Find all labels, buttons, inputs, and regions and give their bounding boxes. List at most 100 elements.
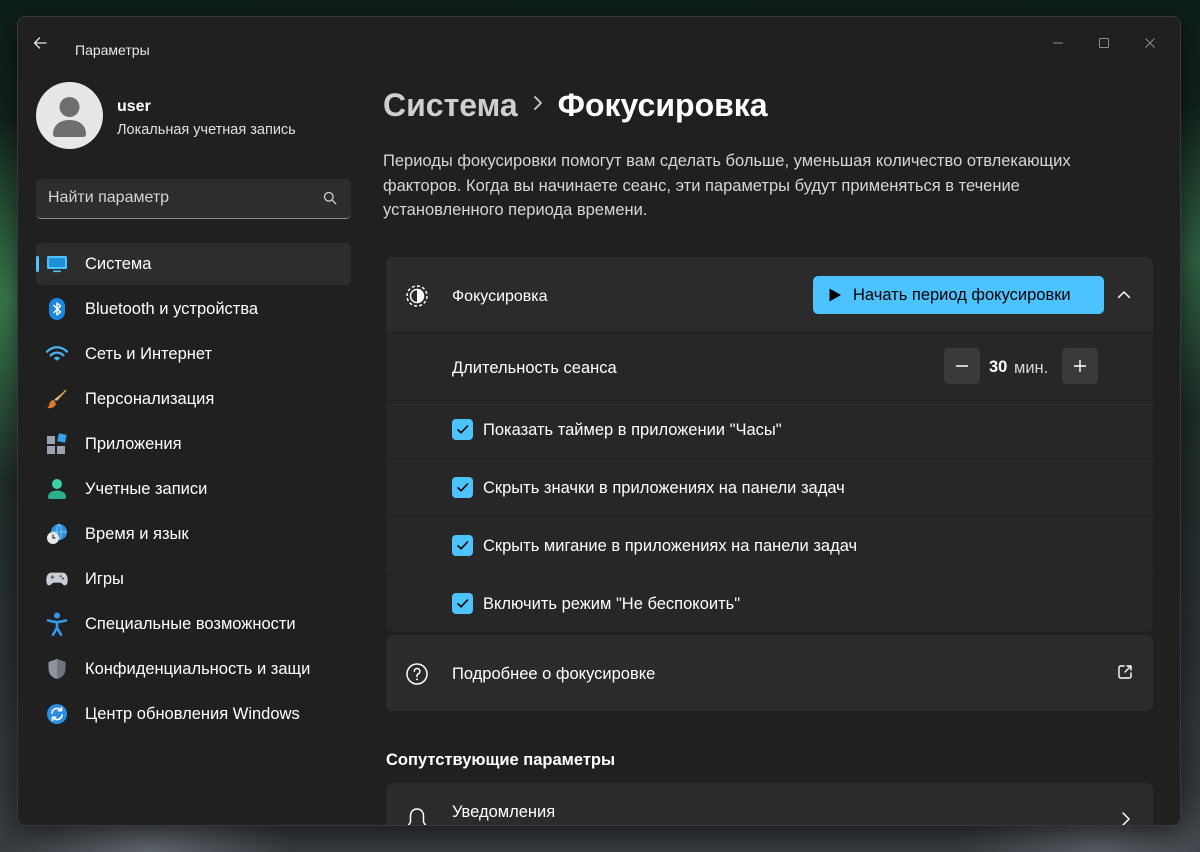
- back-arrow-icon: [33, 37, 47, 49]
- close-button[interactable]: [1127, 27, 1173, 59]
- sidebar-item-label: Центр обновления Windows: [85, 705, 300, 723]
- start-focus-button[interactable]: Начать период фокусировки: [813, 276, 1104, 314]
- maximize-button[interactable]: [1081, 27, 1127, 59]
- sidebar-item-windows-update[interactable]: Центр обновления Windows: [36, 693, 351, 735]
- learn-more-card[interactable]: Подробнее о фокусировке: [386, 635, 1153, 711]
- focus-title: Фокусировка: [452, 288, 548, 305]
- search-icon[interactable]: [323, 191, 337, 205]
- window-title: Параметры: [75, 42, 150, 58]
- decrease-duration-button[interactable]: [944, 348, 980, 384]
- checkbox-hide-flashing[interactable]: [452, 535, 473, 556]
- avatar: [36, 82, 103, 149]
- option-row-hide-flashing: Скрыть мигание в приложениях на панели з…: [386, 516, 1153, 574]
- minus-icon: [956, 365, 968, 367]
- external-link-icon: [1118, 665, 1132, 679]
- sidebar-item-label: Bluetooth и устройства: [85, 300, 259, 318]
- duration-value: 30: [989, 358, 1008, 376]
- sidebar-item-time-language[interactable]: Время и язык: [36, 513, 351, 555]
- page-description: Периоды фокусировки помогут вам сделать …: [383, 152, 1071, 219]
- increase-duration-button[interactable]: [1062, 348, 1098, 384]
- maximize-icon: [1099, 38, 1109, 48]
- option-row-clock-timer: Показать таймер в приложении "Часы": [386, 400, 1153, 458]
- gamepad-icon: [46, 568, 68, 590]
- chevron-right-icon: [532, 91, 544, 117]
- globe-clock-icon: [46, 523, 68, 545]
- option-row-hide-badges: Скрыть значки в приложениях на панели за…: [386, 458, 1153, 516]
- checkmark-icon: [457, 483, 469, 492]
- sidebar-nav: Система Bluetooth и устройства Сеть и Ин…: [36, 243, 351, 738]
- shield-icon: [46, 658, 68, 680]
- brush-icon: [46, 388, 68, 410]
- collapse-button[interactable]: [1112, 283, 1136, 307]
- page-title: Фокусировка: [557, 87, 768, 123]
- sidebar-item-label: Сеть и Интернет: [85, 345, 213, 363]
- person-silhouette-icon: [53, 97, 86, 137]
- title-bar: Параметры: [18, 17, 1180, 65]
- sidebar-item-label: Специальные возможности: [85, 615, 296, 633]
- learn-more-label: Подробнее о фокусировке: [452, 665, 656, 683]
- sidebar-item-gaming[interactable]: Игры: [36, 558, 351, 600]
- session-duration-row: Длительность сеанса 30 мин.: [386, 332, 1153, 400]
- apps-icon: [46, 433, 68, 455]
- update-icon: [46, 703, 68, 725]
- minimize-icon: [1053, 42, 1063, 44]
- play-icon: [829, 288, 841, 302]
- option-row-do-not-disturb: Включить режим "Не беспокоить": [386, 574, 1153, 631]
- sidebar-item-label: Персонализация: [85, 390, 215, 408]
- focus-header-row[interactable]: Фокусировка Начать период фокусировки: [386, 257, 1153, 332]
- search-box: [36, 179, 351, 219]
- sidebar-item-accounts[interactable]: Учетные записи: [36, 468, 351, 510]
- back-button[interactable]: [32, 35, 56, 59]
- sidebar-item-label: Приложения: [85, 435, 182, 453]
- chevron-up-icon: [1117, 291, 1131, 299]
- sidebar-item-label: Конфиденциальность и защи: [85, 660, 311, 678]
- notifications-label: Уведомления: [452, 803, 556, 821]
- duration-unit: мин.: [1014, 359, 1049, 377]
- person-icon: [46, 478, 68, 500]
- bell-icon: [407, 808, 427, 825]
- checkmark-icon: [457, 599, 469, 608]
- related-settings-title: Сопутствующие параметры: [386, 751, 616, 769]
- sidebar-item-label: Система: [85, 255, 152, 273]
- breadcrumb-parent[interactable]: Система: [383, 87, 518, 123]
- minimize-button[interactable]: [1035, 27, 1081, 59]
- sidebar-item-label: Время и язык: [85, 525, 189, 543]
- sidebar-item-bluetooth[interactable]: Bluetooth и устройства: [36, 288, 351, 330]
- checkbox-do-not-disturb[interactable]: [452, 593, 473, 614]
- sidebar-item-privacy[interactable]: Конфиденциальность и защи: [36, 648, 351, 690]
- sidebar-item-label: Игры: [85, 570, 124, 588]
- accessibility-icon: [46, 612, 68, 636]
- sidebar-item-personalization[interactable]: Персонализация: [36, 378, 351, 420]
- breadcrumb: Система Фокусировка: [383, 87, 768, 124]
- sidebar-item-network[interactable]: Сеть и Интернет: [36, 333, 351, 375]
- wifi-icon: [46, 343, 68, 365]
- bluetooth-icon: [46, 298, 68, 320]
- sidebar-item-accessibility[interactable]: Специальные возможности: [36, 603, 351, 645]
- account-type: Локальная учетная запись: [117, 122, 296, 138]
- settings-window: Параметры user Локальная учетная запись: [17, 16, 1181, 826]
- sidebar-item-system[interactable]: Система: [36, 243, 351, 285]
- chevron-right-icon: [1122, 812, 1130, 825]
- monitor-icon: [46, 253, 68, 275]
- checkbox-clock-timer[interactable]: [452, 419, 473, 440]
- plus-icon: [1074, 360, 1086, 372]
- sidebar-item-apps[interactable]: Приложения: [36, 423, 351, 465]
- close-icon: [1145, 38, 1155, 48]
- focus-timer-icon: [406, 285, 428, 307]
- help-icon: [406, 663, 428, 685]
- option-label: Скрыть мигание в приложениях на панели з…: [483, 537, 858, 555]
- checkbox-hide-badges[interactable]: [452, 477, 473, 498]
- duration-label: Длительность сеанса: [452, 359, 617, 377]
- option-label: Скрыть значки в приложениях на панели за…: [483, 479, 845, 497]
- search-input[interactable]: [36, 179, 316, 217]
- checkmark-icon: [457, 425, 469, 434]
- focus-card: Фокусировка Начать период фокусировки Дл…: [386, 257, 1153, 631]
- start-focus-label: Начать период фокусировки: [853, 286, 1071, 304]
- user-account[interactable]: user Локальная учетная запись: [36, 82, 356, 152]
- option-label: Показать таймер в приложении "Часы": [483, 421, 782, 439]
- option-label: Включить режим "Не беспокоить": [483, 595, 741, 613]
- user-name: user: [117, 98, 151, 115]
- checkmark-icon: [457, 541, 469, 550]
- sidebar-item-label: Учетные записи: [85, 480, 208, 498]
- notifications-card[interactable]: Уведомления: [386, 783, 1153, 825]
